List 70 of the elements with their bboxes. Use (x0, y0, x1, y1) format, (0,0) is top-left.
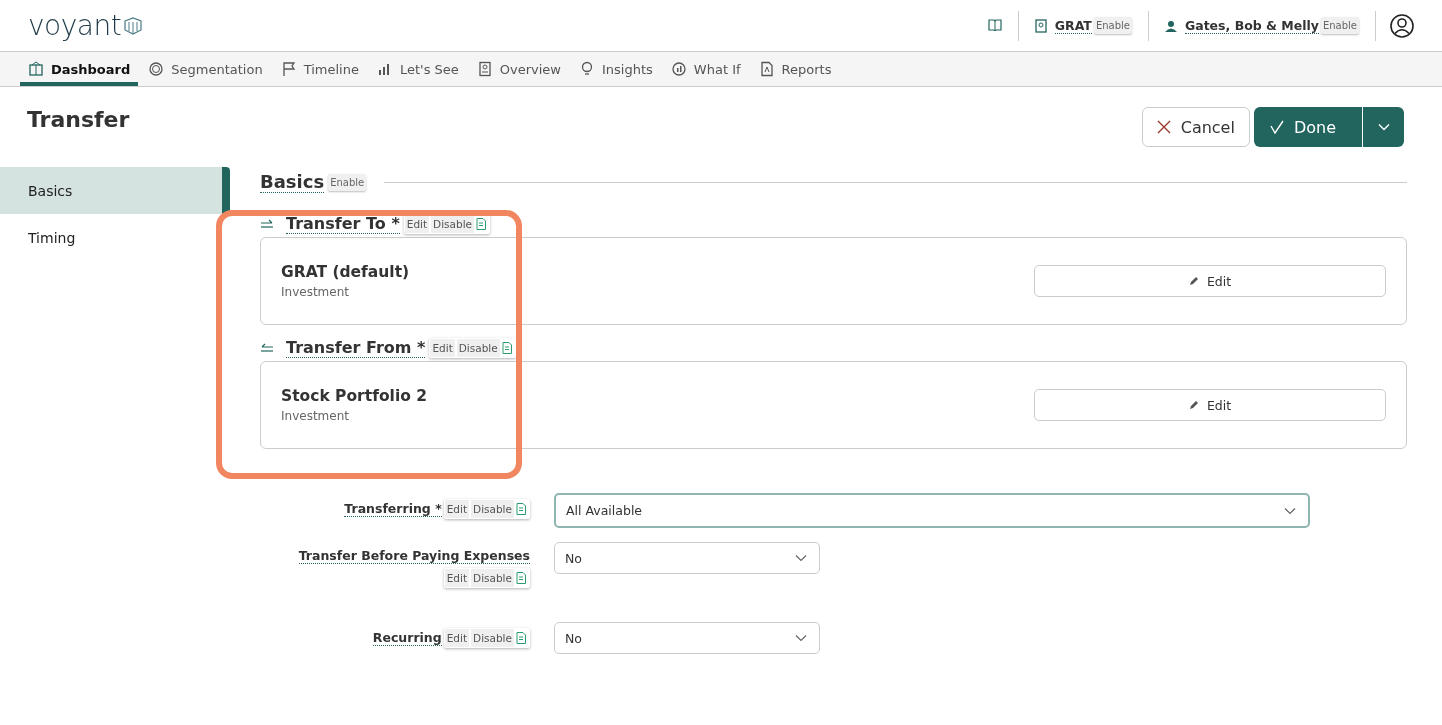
nav-tab[interactable]: Segmentation (140, 52, 271, 86)
page-title: Transfer (27, 107, 130, 132)
select-field[interactable]: No (554, 542, 820, 574)
lightbulb-icon (579, 61, 595, 77)
tool-button[interactable]: Edit (444, 500, 470, 518)
enable-button[interactable]: Enable (1320, 17, 1359, 34)
nav-tab[interactable]: Dashboard (20, 52, 139, 86)
check-icon (1269, 120, 1284, 134)
edit-button[interactable]: Edit (1034, 389, 1386, 421)
nav-tab[interactable]: Timeline (272, 52, 367, 86)
nav-tab[interactable]: What If (662, 52, 749, 86)
cancel-button[interactable]: Cancel (1141, 107, 1250, 147)
tool-button[interactable]: Disable (471, 500, 514, 518)
dropdown-button[interactable] (1362, 107, 1404, 147)
close-icon (1156, 120, 1171, 134)
account-type: Investment (281, 285, 350, 299)
side-nav-item[interactable]: Basics (0, 167, 230, 214)
field-label: Transferring * (344, 501, 442, 517)
ring-icon (148, 61, 165, 77)
report-icon (476, 61, 493, 77)
field-label: Recurring (372, 630, 442, 646)
tool-button[interactable]: Disable (471, 629, 514, 647)
account-name: Stock Portfolio 2 (281, 387, 428, 405)
note-icon[interactable] (516, 632, 526, 644)
nav-tab[interactable]: Insights (571, 52, 661, 86)
note-icon[interactable] (476, 218, 487, 230)
chevron-down-icon (1377, 123, 1390, 131)
person-icon (1164, 19, 1177, 32)
select-field[interactable]: All Available (554, 493, 1310, 528)
field-label: Transfer Before Paying Expenses (298, 548, 530, 564)
pencil-icon (1188, 276, 1199, 286)
book-icon[interactable] (987, 19, 1002, 31)
side-nav-item[interactable]: Timing (0, 214, 230, 261)
gauge-icon (670, 61, 687, 77)
pencil-icon (1188, 400, 1199, 410)
tool-button[interactable]: Edit (430, 339, 455, 357)
note-icon[interactable] (501, 342, 512, 354)
flag-icon (280, 61, 297, 77)
logo: voyant (28, 9, 144, 42)
nav-tab[interactable]: Overview (468, 52, 569, 86)
done-button[interactable]: Done (1253, 107, 1362, 147)
select-field[interactable]: No (554, 622, 820, 654)
logo-mark-icon (123, 15, 144, 36)
edit-button[interactable]: Edit (1034, 265, 1386, 297)
chevron-down-icon (795, 634, 807, 642)
enable-button[interactable]: Enable (328, 173, 367, 191)
tool-button[interactable]: Disable (471, 569, 514, 587)
tool-button[interactable]: Disable (456, 339, 500, 357)
section-title: Basics (260, 171, 325, 193)
document-icon (1034, 18, 1047, 33)
user-account-icon[interactable] (1390, 13, 1414, 38)
account-name: GRAT (default) (281, 263, 410, 281)
tool-button[interactable]: Edit (444, 569, 470, 587)
header-link[interactable]: Gates, Bob & Melly (1184, 17, 1319, 34)
box-icon (28, 61, 44, 77)
field-label: Transfer To * (286, 214, 400, 234)
enable-button[interactable]: Enable (1093, 17, 1132, 34)
chevron-down-icon (1284, 506, 1296, 515)
arrow-left-icon (260, 343, 274, 353)
chevron-down-icon (795, 554, 807, 562)
nav-tab[interactable]: Reports (750, 52, 840, 86)
arrow-right-icon (260, 219, 274, 229)
note-icon[interactable] (516, 503, 526, 515)
tool-button[interactable]: Edit (444, 629, 470, 647)
account-type: Investment (281, 409, 350, 423)
note-icon[interactable] (516, 572, 526, 584)
field-label: Transfer From * (286, 338, 426, 358)
header-link[interactable]: GRAT (1054, 17, 1092, 34)
nav-tab[interactable]: Let's See (368, 52, 467, 86)
document-icon (758, 61, 775, 77)
